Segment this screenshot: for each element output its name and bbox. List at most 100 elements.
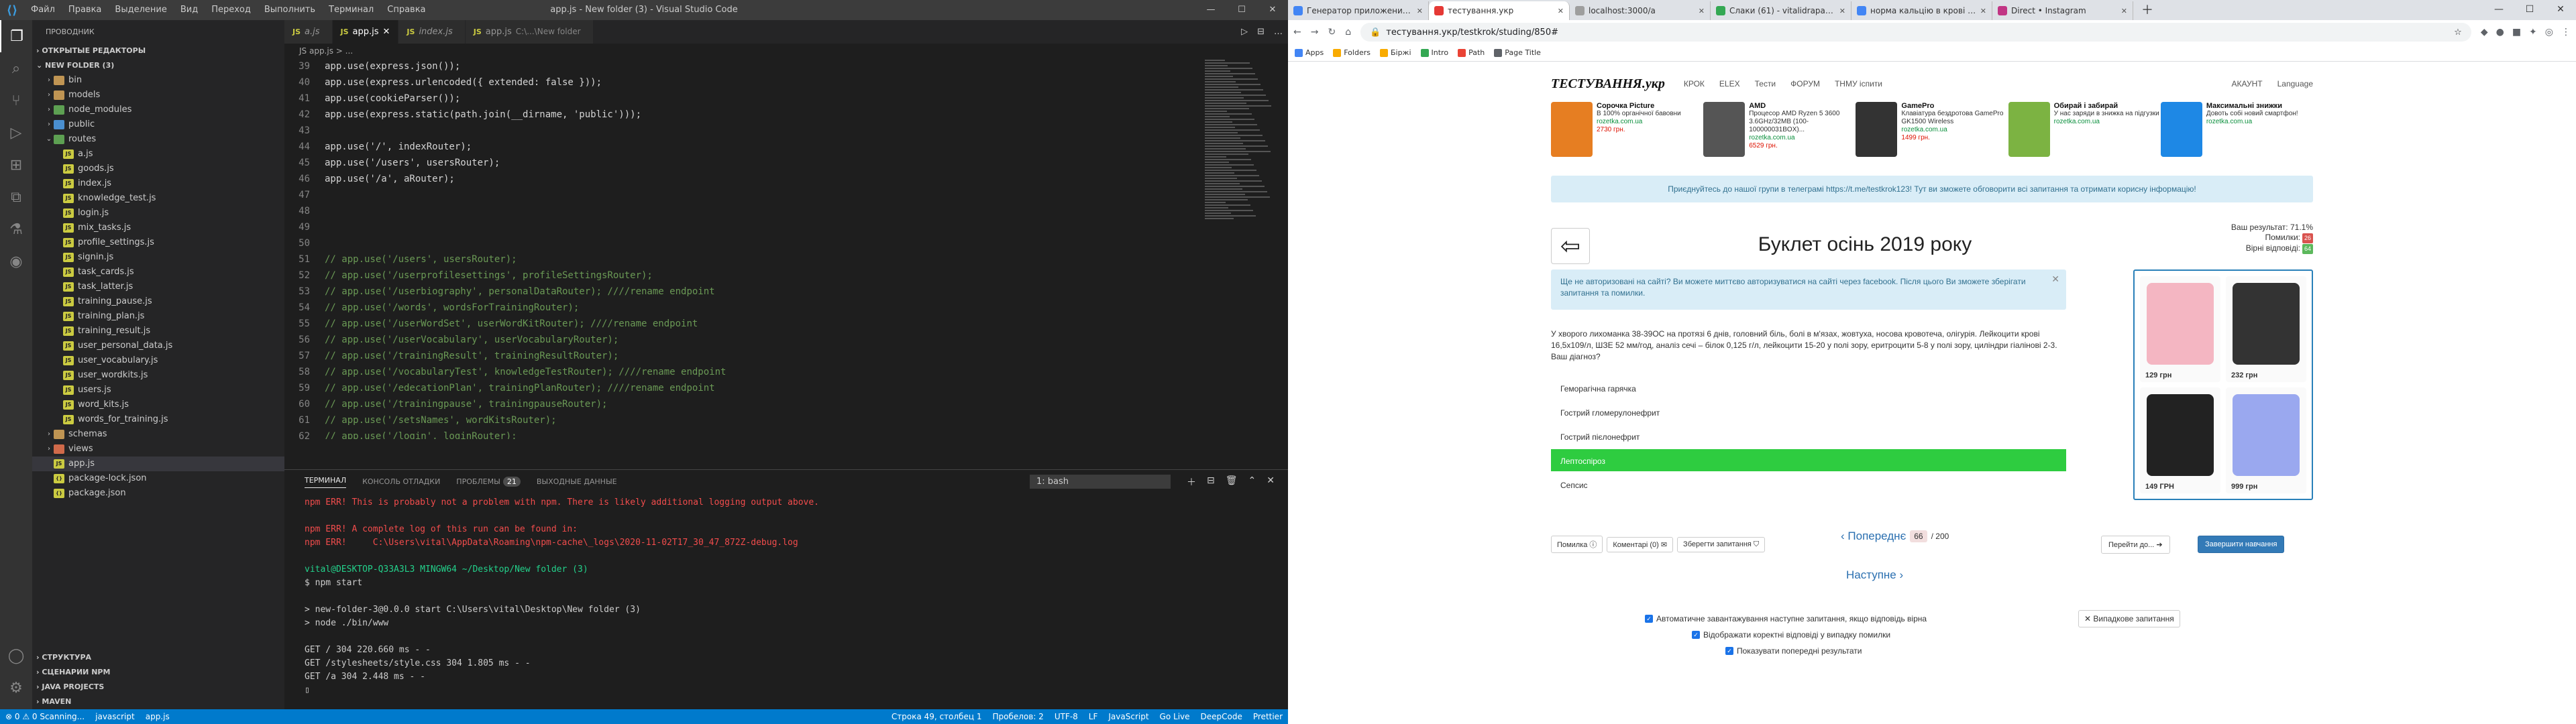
folder-item[interactable]: › views [32, 442, 284, 457]
file-item[interactable]: JS task_latter.js [32, 280, 284, 294]
answer-option[interactable]: Геморагічна гарячка [1551, 377, 2066, 401]
file-item[interactable]: JS user_vocabulary.js [32, 353, 284, 368]
bookmark[interactable]: Page Title [1494, 48, 1541, 57]
telegram-notice[interactable]: Приєднуйтесь до нашої групи в телеграмі … [1551, 176, 2313, 202]
status-item[interactable]: DeepCode [1195, 712, 1248, 721]
finish-button[interactable]: Завершити навчання [2198, 536, 2285, 553]
code-view[interactable]: 39 app.use(express.json()); 40 app.use(expr… [284, 58, 1288, 439]
status-item[interactable]: UTF-8 [1049, 712, 1083, 721]
file-item[interactable]: JS goods.js [32, 162, 284, 176]
file-item[interactable]: JS profile_settings.js [32, 235, 284, 250]
browser-minimize-icon[interactable]: — [2483, 0, 2514, 19]
new-terminal-icon[interactable]: ＋ [1187, 475, 1196, 489]
editor-tab[interactable]: JS index.js [398, 20, 466, 44]
test-icon[interactable]: ⚗ [0, 213, 32, 245]
minimap[interactable] [1205, 58, 1279, 434]
profile-icon[interactable]: ◎ [2545, 27, 2553, 38]
breadcrumb[interactable]: JS app.js > ... [284, 44, 1288, 58]
run-icon[interactable]: ▷ [1241, 27, 1248, 37]
next-button[interactable]: Наступне › [1846, 568, 1903, 582]
file-item[interactable]: JS task_cards.js [32, 265, 284, 280]
menu-item[interactable]: Выделение [108, 0, 173, 20]
editor-tab[interactable]: JS app.js C:\...\New folder [465, 20, 594, 44]
home-icon[interactable]: ⌂ [1345, 27, 1351, 38]
maximize-panel-icon[interactable]: ⌃ [1248, 475, 1256, 489]
file-item[interactable]: JS login.js [32, 206, 284, 221]
bookmark[interactable]: Біржі [1379, 48, 1411, 57]
file-item[interactable]: JS training_pause.js [32, 294, 284, 309]
extension-icon[interactable]: ◆ [2481, 27, 2488, 38]
file-item[interactable]: JS word_kits.js [32, 398, 284, 412]
extension-icon[interactable]: ● [2496, 27, 2504, 38]
open-editors-section[interactable]: › ОТКРЫТЫЕ РЕДАКТОРЫ [32, 44, 284, 58]
ad-item[interactable]: AMD Процесор AMD Ryzen 5 3600 3.6GHz/32MB… [1703, 102, 1856, 166]
menu-item[interactable]: Выполнить [258, 0, 322, 20]
folder-item[interactable]: › public [32, 117, 284, 132]
new-tab-icon[interactable]: ＋ [2133, 1, 2161, 20]
site-logo[interactable]: ТЕСТУВАННЯ.укр [1551, 76, 1665, 92]
answer-option[interactable]: Сепсис [1551, 473, 2066, 497]
status-item[interactable]: LF [1083, 712, 1104, 721]
file-item[interactable]: JS knowledge_test.js [32, 191, 284, 206]
tab-close-icon[interactable]: ✕ [1558, 7, 1564, 15]
settings-gear-icon[interactable]: ⚙ [0, 672, 32, 704]
close-panel-icon[interactable]: ✕ [1267, 475, 1275, 489]
forward-icon[interactable]: → [1311, 27, 1319, 38]
back-arrow-button[interactable]: ⇦ [1551, 228, 1590, 264]
browser-maximize-icon[interactable]: ☐ [2514, 0, 2545, 19]
prev-button[interactable]: ‹ Попереднє [1841, 530, 1906, 543]
file-item[interactable]: JS users.js [32, 383, 284, 398]
bookmark[interactable]: Folders [1333, 48, 1371, 57]
sidebar-section[interactable]: › СЦЕНАРИИ NPM [32, 665, 284, 680]
maximize-icon[interactable]: ☐ [1226, 0, 1257, 20]
menu-item[interactable]: Файл [24, 0, 62, 20]
source-control-icon[interactable]: ⑂ [0, 84, 32, 117]
file-item[interactable]: JS a.js [32, 147, 284, 162]
account-link[interactable]: АКАУНТ [2232, 79, 2263, 88]
account-icon[interactable]: ◯ [0, 640, 32, 672]
nav-link[interactable]: ELEX [1719, 79, 1740, 88]
ad-item[interactable]: GamePro Клавіатура бездротова GamePro GK1… [1856, 102, 2008, 166]
file-item[interactable]: JS training_result.js [32, 324, 284, 339]
browser-tab[interactable]: норма кальцію в крові - Пошук... ✕ [1851, 1, 1992, 20]
folder-item[interactable]: › models [32, 88, 284, 103]
bookmark[interactable]: Apps [1295, 48, 1324, 57]
shop-product[interactable]: 129 грн [2140, 276, 2220, 382]
extensions-puzzle-icon[interactable]: ✦ [2529, 27, 2537, 38]
shop-product[interactable]: 999 грн [2226, 387, 2306, 493]
split-terminal-icon[interactable]: ⊟ [1207, 475, 1215, 489]
run-debug-icon[interactable]: ▷ [0, 117, 32, 149]
sidebar-section[interactable]: › MAVEN [32, 695, 284, 709]
status-item[interactable]: Строка 49, столбец 1 [886, 712, 987, 721]
menu-item[interactable]: Вид [174, 0, 205, 20]
back-icon[interactable]: ← [1293, 27, 1301, 38]
tab-terminal[interactable]: ТЕРМИНАЛ [305, 476, 347, 488]
auto-next-checkbox[interactable]: ✓ Автоматичне завантажування наступне зап… [1645, 614, 1927, 623]
browser-close-icon[interactable]: ✕ [2545, 0, 2576, 19]
more-actions-icon[interactable]: … [1274, 27, 1283, 37]
tab-close-icon[interactable]: ✕ [2121, 7, 2127, 15]
folder-item[interactable]: › bin [32, 73, 284, 88]
answer-option-correct[interactable]: Лептоспіроз [1551, 449, 2066, 473]
status-item[interactable]: Go Live [1155, 712, 1195, 721]
terminal-output[interactable]: npm ERR! This is probably not a problem … [284, 493, 1288, 700]
menu-item[interactable]: Переход [205, 0, 258, 20]
status-item[interactable]: Пробелов: 2 [987, 712, 1049, 721]
shop-product[interactable]: 149 ГРН [2140, 387, 2220, 493]
bookmark[interactable]: Path [1458, 48, 1485, 57]
ad-item[interactable]: Сорочка Picture В 100% органічної бавовни… [1551, 102, 1703, 166]
show-correct-checkbox[interactable]: ✓ Відображати коректні відповіді у випадк… [1692, 630, 1890, 640]
editor-tab[interactable]: JS a.js [284, 20, 333, 44]
minimize-icon[interactable]: — [1195, 0, 1226, 20]
goto-button[interactable]: Перейти до... ➔ [2101, 535, 2170, 554]
menu-item[interactable]: Терминал [322, 0, 380, 20]
browser-tab[interactable]: Слаки (61) - vitalidrapaluk@gm... ✕ [1711, 1, 1851, 20]
address-bar[interactable]: 🔒 тестування.укр/testkrok/studing/850# ☆ [1360, 23, 2471, 42]
browser-tab[interactable]: localhost:3000/a ✕ [1570, 1, 1711, 20]
menu-item[interactable]: Правка [62, 0, 108, 20]
sidebar-section[interactable]: › СТРУКТУРА [32, 650, 284, 665]
page-number-input[interactable]: 66 [1910, 530, 1927, 542]
tab-output[interactable]: ВЫХОДНЫЕ ДАННЫЕ [537, 477, 617, 486]
tab-close-icon[interactable]: ✕ [1699, 7, 1705, 15]
close-icon[interactable]: ✕ [1257, 0, 1288, 20]
